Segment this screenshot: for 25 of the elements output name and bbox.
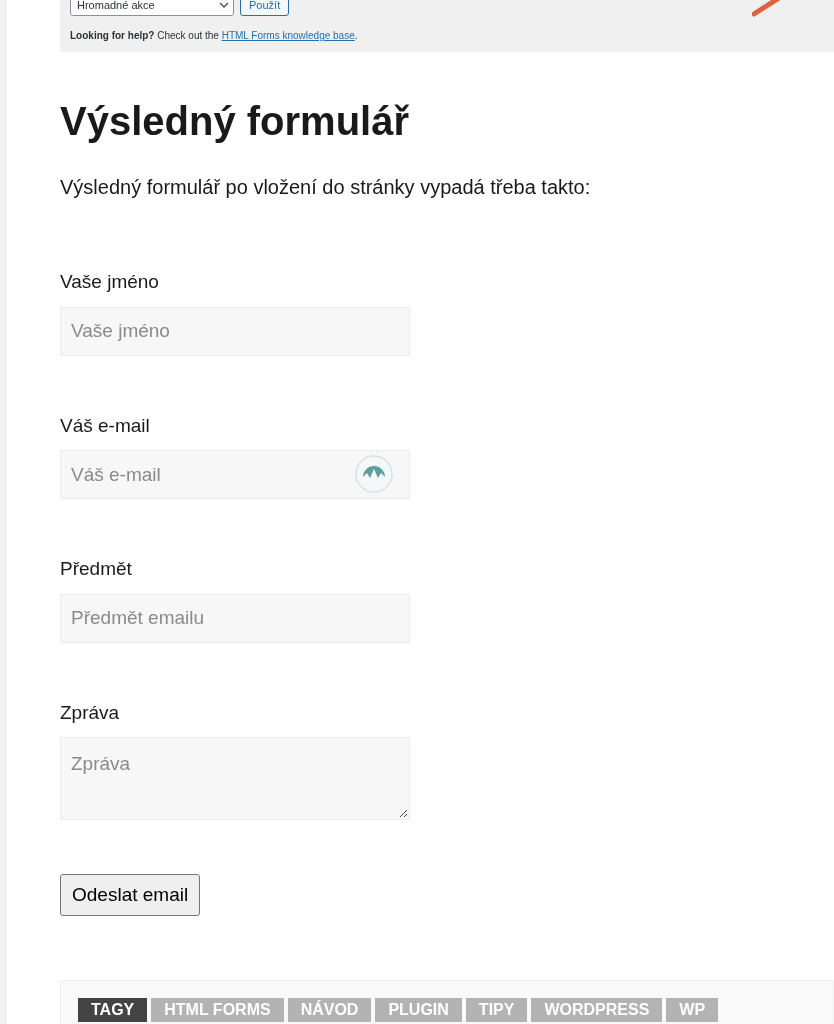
field-label: Zpráva	[60, 700, 121, 725]
field-label: Předmět	[60, 557, 133, 581]
resize-handle-icon[interactable]	[398, 808, 408, 818]
submit-button[interactable]: Odeslat email	[60, 874, 201, 916]
tags-label: TAGY	[78, 998, 148, 1022]
text-field[interactable]: Váš e-mail	[60, 450, 410, 499]
field-label: Vaše jméno	[60, 270, 160, 294]
help-text: Looking for help? Check out the HTML Forms knowledge base.	[70, 29, 359, 43]
text-field[interactable]: Předmět emailu	[60, 593, 410, 643]
mountain-icon[interactable]	[355, 455, 393, 493]
tag-link[interactable]: WP	[666, 998, 719, 1022]
message-field[interactable]: Zpráva	[60, 737, 410, 820]
field-label: Váš e-mail	[60, 413, 151, 438]
text-field[interactable]: Vaše jméno	[60, 306, 410, 356]
knowledge-base-link[interactable]: HTML Forms knowledge base	[221, 30, 355, 41]
tag-link[interactable]: TIPY	[465, 998, 528, 1022]
apply-button[interactable]: Použít	[240, 0, 290, 16]
chevron-down-icon	[219, 2, 229, 8]
intro-text: Výsledný formulář po vložení do stránky vypadá třeba takto:	[60, 175, 592, 200]
bulk-action-select[interactable]: Hromadné akce	[70, 0, 234, 16]
tag-link[interactable]: HTML FORMS	[151, 998, 284, 1022]
page-heading: Výsledný formulář	[60, 98, 410, 145]
tag-link[interactable]: WORDPRESS	[531, 998, 663, 1022]
tag-link[interactable]: PLUGIN	[375, 998, 462, 1022]
tag-link[interactable]: NÁVOD	[287, 998, 372, 1022]
